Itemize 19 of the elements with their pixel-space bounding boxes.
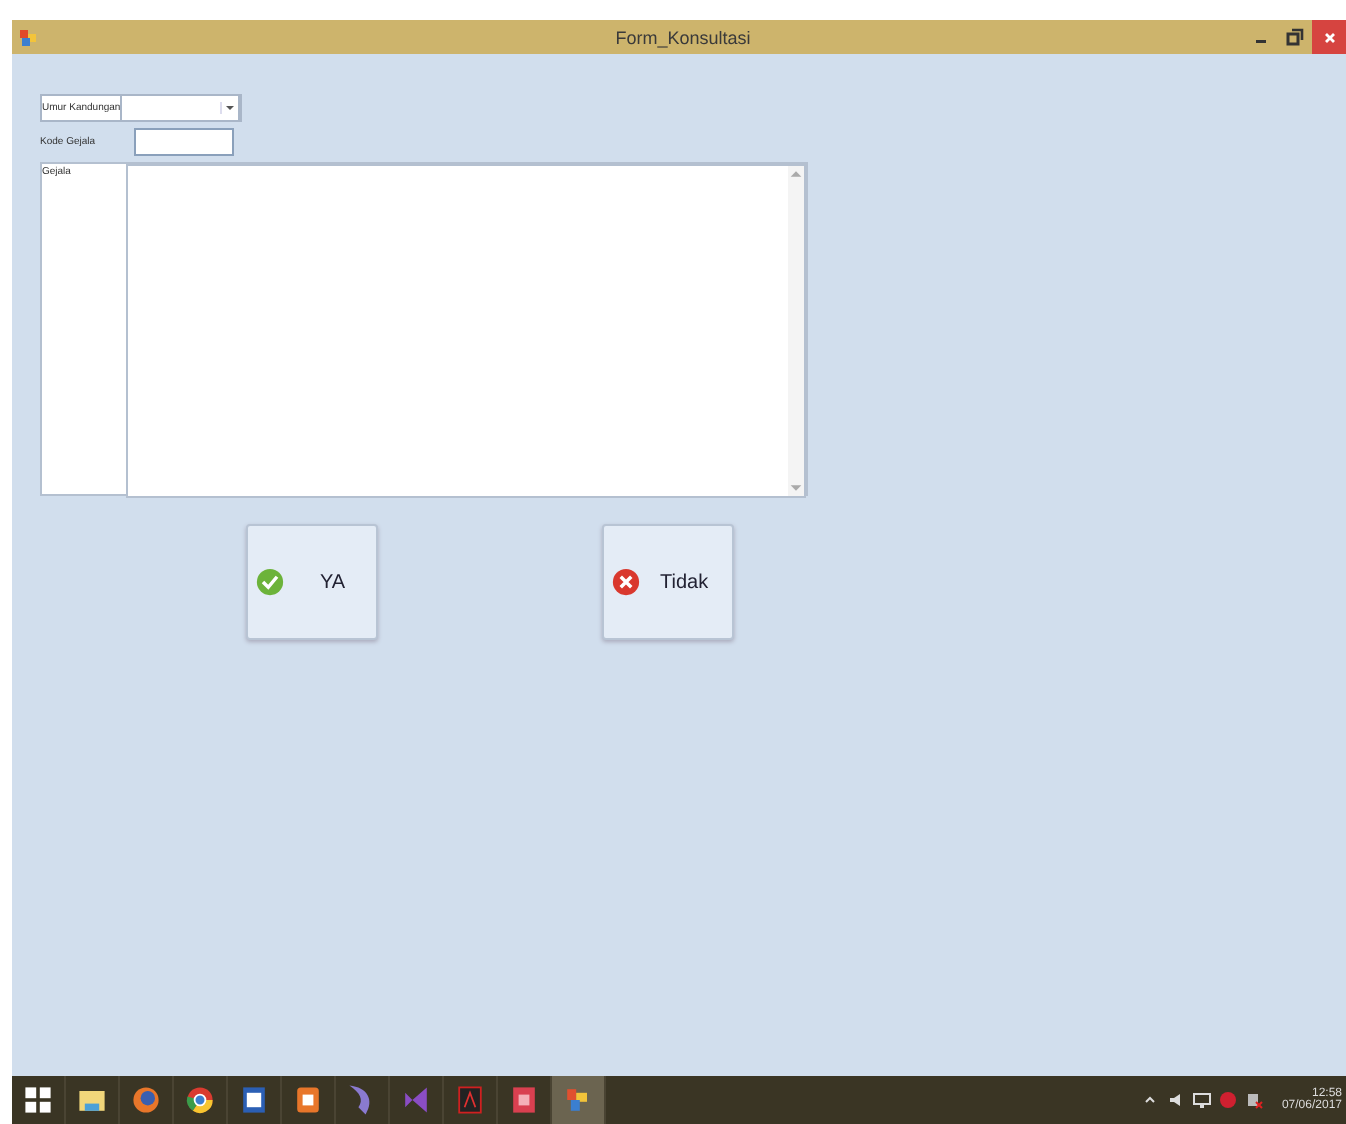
browser-icon [182,1082,218,1118]
window-title: Form_Konsultasi [613,27,753,47]
taskbar-button[interactable] [552,1076,606,1124]
scroll-bar[interactable] [788,166,804,496]
close-icon [1319,27,1339,47]
browser-icon [128,1082,164,1118]
cross-icon [612,568,640,596]
checkmark-icon [256,568,284,596]
monitor-icon[interactable] [1191,1090,1212,1110]
app-icon [18,27,38,47]
dropdown-field[interactable] [120,94,240,122]
close-button[interactable] [1312,20,1346,54]
yes-button[interactable]: YA [246,524,378,640]
speaker-icon[interactable] [1165,1090,1186,1110]
network-icon[interactable] [1243,1090,1264,1110]
dropdown-arrow-icon [220,102,236,114]
no-button[interactable]: Tidak [602,524,734,640]
input-field[interactable] [134,128,234,156]
windows-icon [20,1082,56,1118]
